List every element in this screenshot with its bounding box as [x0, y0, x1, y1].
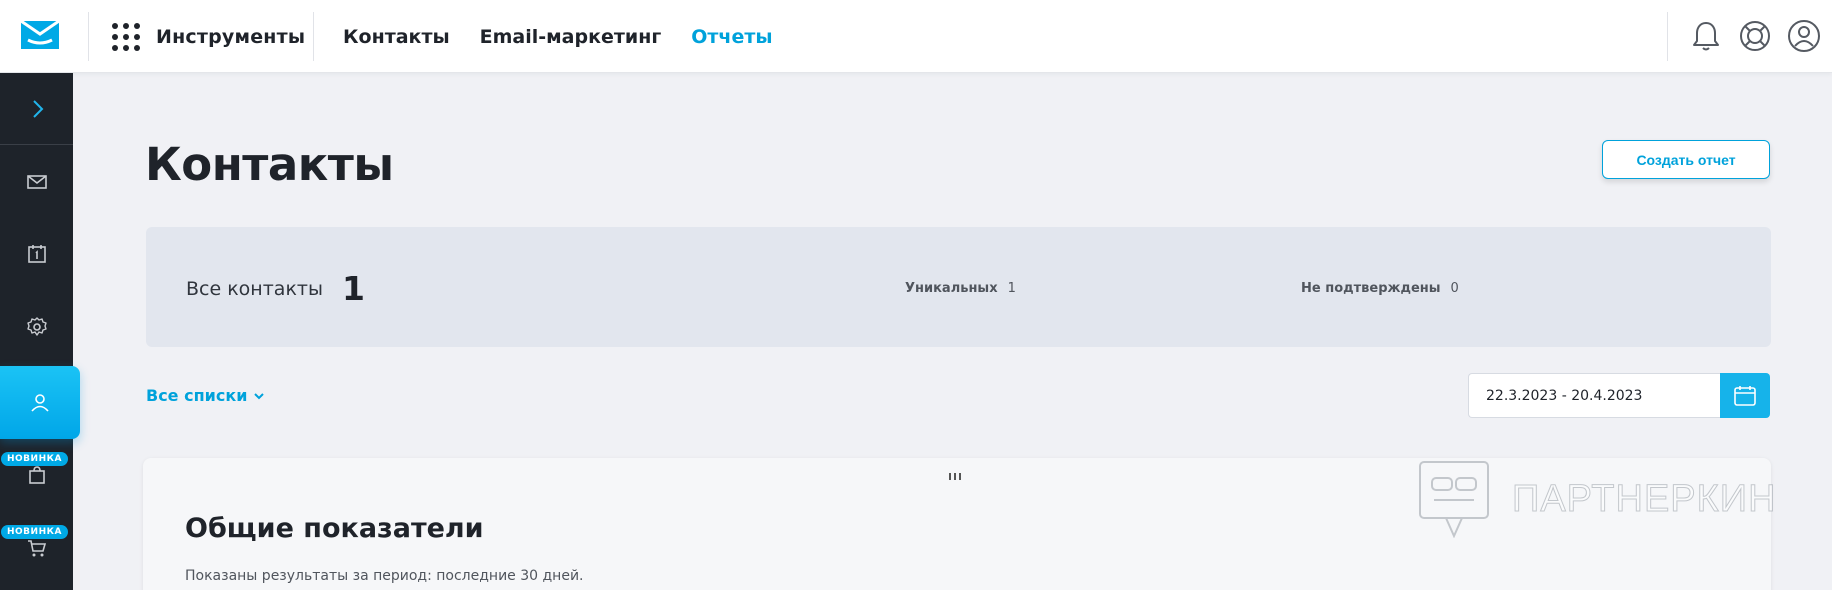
date-range-picker	[1468, 373, 1770, 418]
logo-icon[interactable]	[20, 20, 60, 50]
nav-email-marketing[interactable]: Email-маркетинг	[480, 26, 662, 48]
drag-handle[interactable]	[949, 473, 961, 480]
cart-icon	[27, 540, 46, 557]
unique-label: Уникальных	[905, 281, 998, 296]
unconfirmed-value: 0	[1450, 281, 1459, 296]
unique-stat: Уникальных 1	[905, 281, 1016, 296]
lists-dropdown-label: Все списки	[146, 386, 248, 405]
bag-icon	[28, 466, 45, 484]
divider	[1667, 12, 1668, 61]
divider	[0, 144, 73, 145]
calendar-icon	[27, 245, 46, 263]
watermark-logo-icon	[1419, 461, 1489, 538]
divider	[88, 12, 89, 61]
sidebar-item-ecommerce[interactable]	[0, 512, 73, 584]
chevron-down-icon	[254, 392, 265, 399]
user-icon	[31, 393, 49, 412]
top-bar: Инструменты Контакты Email-маркетинг Отч…	[0, 0, 1832, 73]
watermark-text: ПАРТНЕРКИН	[1512, 477, 1777, 520]
sidebar-expand[interactable]	[0, 73, 73, 145]
sidebar-item-contacts[interactable]	[0, 366, 80, 439]
unconfirmed-label: Не подтверждены	[1301, 281, 1441, 296]
lists-dropdown[interactable]: Все списки	[146, 386, 265, 405]
create-report-button[interactable]: Создать отчет	[1602, 140, 1770, 179]
page-title: Контакты	[145, 138, 394, 191]
divider	[313, 12, 314, 61]
nav-contacts[interactable]: Контакты	[343, 26, 450, 48]
calendar-icon	[1734, 385, 1756, 406]
lifebuoy-icon[interactable]	[1737, 18, 1773, 54]
chevron-right-icon	[32, 100, 43, 118]
watermark: ПАРТНЕРКИН	[1418, 460, 1777, 538]
tools-label: Инструменты	[156, 26, 306, 48]
contacts-summary: Все контакты 1 Уникальных 1 Не подтвержде…	[146, 227, 1771, 347]
sidebar-item-email[interactable]	[0, 146, 73, 218]
mail-icon	[26, 175, 47, 189]
sidebar: НОВИНКА НОВИНКА	[0, 73, 80, 590]
card-subtitle: Показаны результаты за период: последние…	[185, 568, 584, 584]
unique-value: 1	[1007, 281, 1016, 296]
sidebar-item-automation[interactable]	[0, 291, 73, 363]
nav-reports[interactable]: Отчеты	[691, 26, 772, 48]
user-circle-icon[interactable]	[1786, 18, 1822, 54]
apps-grid-icon	[112, 23, 140, 51]
date-range-input[interactable]	[1468, 373, 1720, 418]
settings-icon	[26, 317, 47, 336]
tools-menu[interactable]: Инструменты	[112, 21, 305, 53]
all-contacts-label: Все контакты	[186, 278, 323, 300]
calendar-button[interactable]	[1720, 373, 1770, 418]
card-title: Общие показатели	[185, 513, 484, 544]
sidebar-item-shop[interactable]	[0, 439, 73, 511]
sidebar-item-calendar[interactable]	[0, 218, 73, 290]
all-contacts-value: 1	[342, 269, 365, 308]
unconfirmed-stat: Не подтверждены 0	[1301, 281, 1459, 296]
main-nav: Контакты Email-маркетинг Отчеты	[343, 0, 803, 73]
badge-new: НОВИНКА	[1, 525, 68, 539]
badge-new: НОВИНКА	[1, 452, 68, 466]
bell-icon[interactable]	[1688, 18, 1724, 54]
